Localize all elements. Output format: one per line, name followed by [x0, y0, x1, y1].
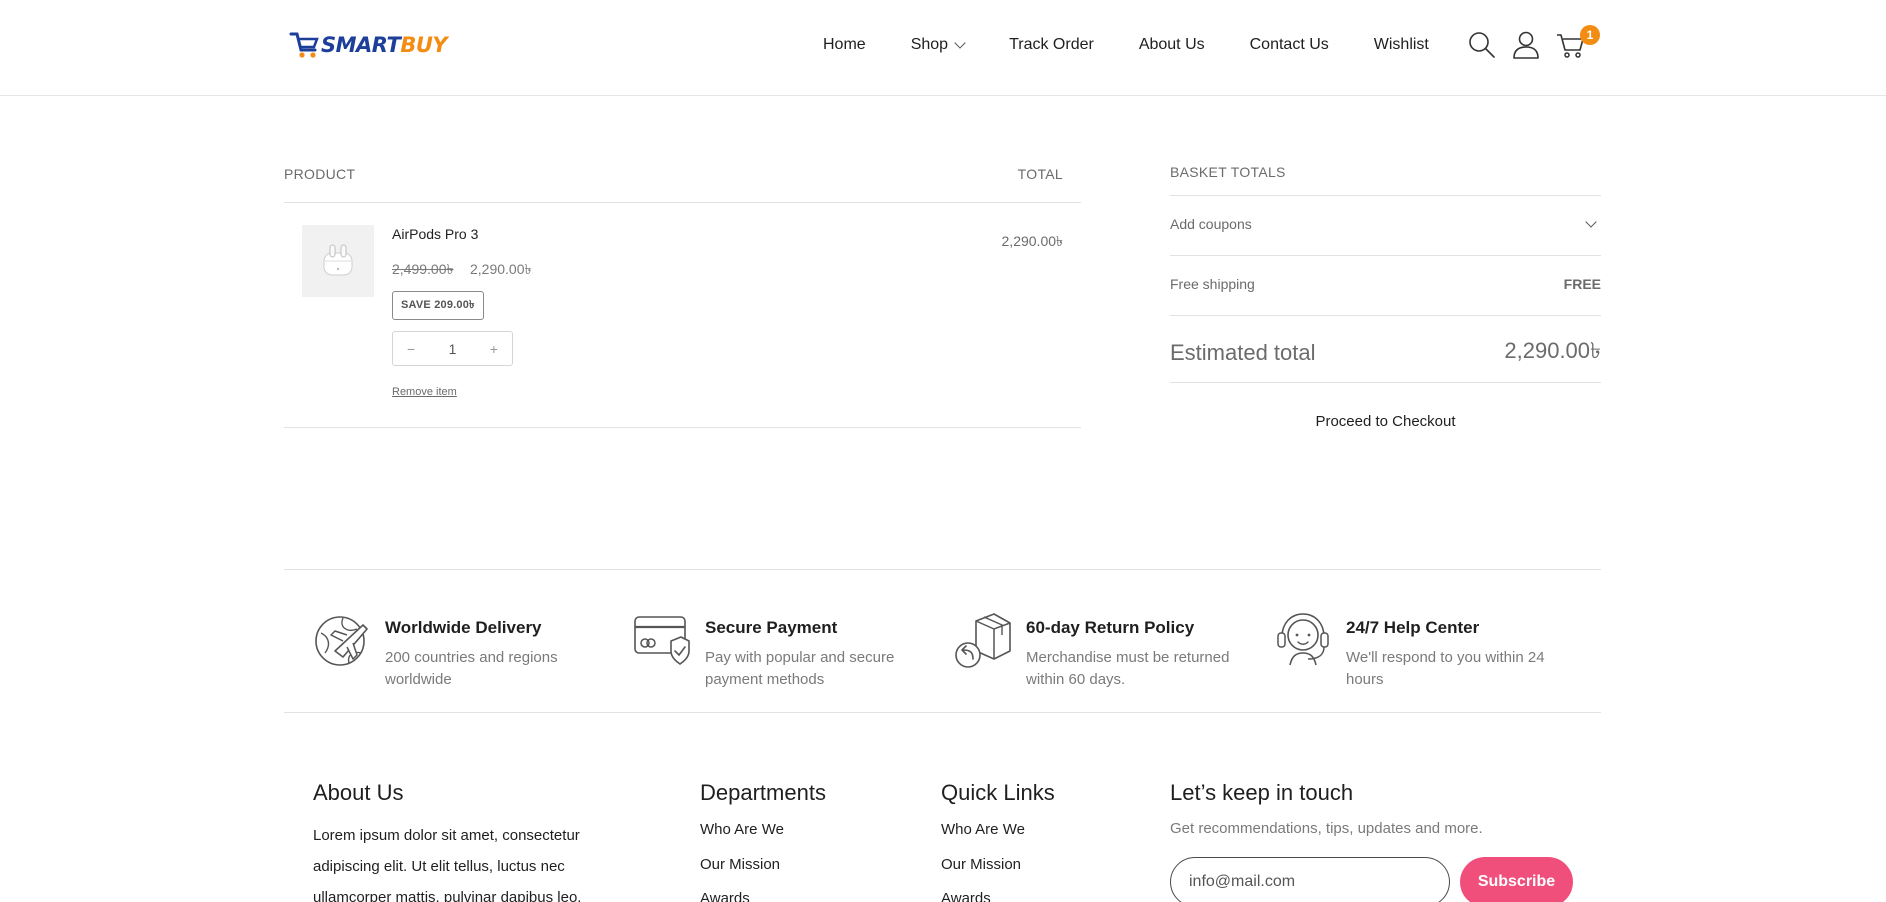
basket-totals-title: BASKET TOTALS — [1170, 164, 1286, 180]
main-nav: Home Shop Track Order About Us Contact U… — [823, 36, 1429, 54]
divider — [1170, 382, 1601, 383]
divider — [1170, 255, 1601, 256]
nav-shop-label: Shop — [910, 36, 949, 53]
line-total: 2,290.00৳ — [1001, 233, 1063, 249]
footer-quick-who-are-we[interactable]: Who Are We — [941, 821, 1025, 838]
chevron-down-icon — [1585, 216, 1597, 228]
divider — [1170, 195, 1601, 196]
nav-shop[interactable]: Shop — [910, 36, 966, 54]
footer-about-text: Lorem ipsum dolor sit amet, consectetur … — [313, 827, 582, 902]
nav-track-order[interactable]: Track Order — [1009, 36, 1094, 54]
globe-plane-icon — [315, 616, 368, 666]
user-account-icon[interactable] — [1511, 30, 1541, 60]
divider — [284, 427, 1081, 428]
footer-link-who-are-we[interactable]: Who Are We — [700, 821, 784, 838]
product-name[interactable]: AirPods Pro 3 — [392, 226, 478, 242]
newsletter-subtitle: Get recommendations, tips, updates and m… — [1170, 820, 1483, 837]
footer-quick-our-mission[interactable]: Our Mission — [941, 856, 1021, 873]
estimated-total-row: Estimated total 2,290.00৳ — [1170, 334, 1601, 371]
chevron-down-icon — [954, 36, 966, 49]
feature-title: Worldwide Delivery — [385, 618, 542, 637]
site-header: SMARTBUY Home Shop Track Order About Us … — [0, 0, 1886, 96]
shipping-row: Free shipping FREE — [1170, 276, 1601, 292]
remove-item-link[interactable]: Remove item — [392, 386, 457, 398]
divider — [284, 202, 1081, 203]
divider — [1170, 315, 1601, 316]
proceed-to-checkout-button[interactable]: Proceed to Checkout — [1170, 413, 1601, 430]
product-column-header: PRODUCT — [284, 166, 356, 182]
feature-description: Merchandise must be returned within 60 d… — [1026, 649, 1230, 688]
nav-about-us[interactable]: About Us — [1139, 36, 1205, 54]
quantity-decrease-button[interactable]: − — [407, 341, 415, 357]
quantity-value[interactable]: 1 — [449, 341, 457, 357]
logo-wordmark: SMARTBUY — [321, 33, 448, 57]
subscribe-button[interactable]: Subscribe — [1460, 857, 1573, 902]
return-box-icon — [955, 613, 1011, 668]
footer-link-our-mission[interactable]: Our Mission — [700, 856, 780, 873]
original-price: 2,499.00৳ — [392, 261, 454, 277]
savings-badge: SAVE 209.00৳ — [392, 291, 484, 320]
footer-about-title: About Us — [313, 780, 404, 805]
sale-price: 2,290.00৳ — [470, 261, 532, 277]
feature-title: 60-day Return Policy — [1026, 618, 1195, 637]
cart-count-badge: 1 — [1580, 25, 1600, 45]
airpods-image — [323, 244, 353, 276]
feature-description: 200 countries and regions worldwide — [385, 649, 558, 688]
credit-card-shield-icon — [634, 616, 690, 665]
feature-title: Secure Payment — [705, 618, 838, 637]
feature-title: 24/7 Help Center — [1346, 618, 1480, 637]
footer-quick-awards[interactable]: Awards — [941, 890, 991, 902]
shipping-value: FREE — [1563, 276, 1601, 292]
feature-description: Pay with popular and secure payment meth… — [705, 649, 895, 688]
feature-description: We'll respond to you within 24 hours — [1346, 649, 1545, 688]
add-coupons-label: Add coupons — [1170, 216, 1252, 232]
footer-link-awards[interactable]: Awards — [700, 890, 750, 902]
add-coupons-toggle[interactable]: Add coupons — [1170, 216, 1601, 232]
search-icon[interactable] — [1467, 30, 1497, 60]
nav-contact-us[interactable]: Contact Us — [1250, 36, 1329, 54]
estimated-total-label: Estimated total — [1170, 339, 1316, 365]
logo-cart-icon — [289, 32, 319, 58]
divider — [284, 712, 1601, 713]
footer-keep-in-touch-title: Let’s keep in touch — [1170, 780, 1354, 805]
newsletter-email-input[interactable]: info@mail.com — [1170, 857, 1450, 902]
estimated-total-value: 2,290.00৳ — [1504, 338, 1601, 363]
footer-quick-links-title: Quick Links — [941, 780, 1055, 805]
quantity-increase-button[interactable]: + — [490, 341, 498, 357]
divider — [284, 569, 1601, 570]
product-thumbnail[interactable] — [302, 225, 374, 297]
smartbuy-logo[interactable]: SMARTBUY — [289, 30, 448, 60]
nav-wishlist[interactable]: Wishlist — [1374, 36, 1429, 54]
shipping-label: Free shipping — [1170, 276, 1255, 292]
total-column-header: TOTAL — [1017, 166, 1063, 182]
headset-support-icon — [1277, 613, 1329, 666]
nav-home[interactable]: Home — [823, 36, 866, 54]
quantity-stepper: − 1 + — [392, 331, 513, 366]
footer-departments-title: Departments — [700, 780, 826, 805]
